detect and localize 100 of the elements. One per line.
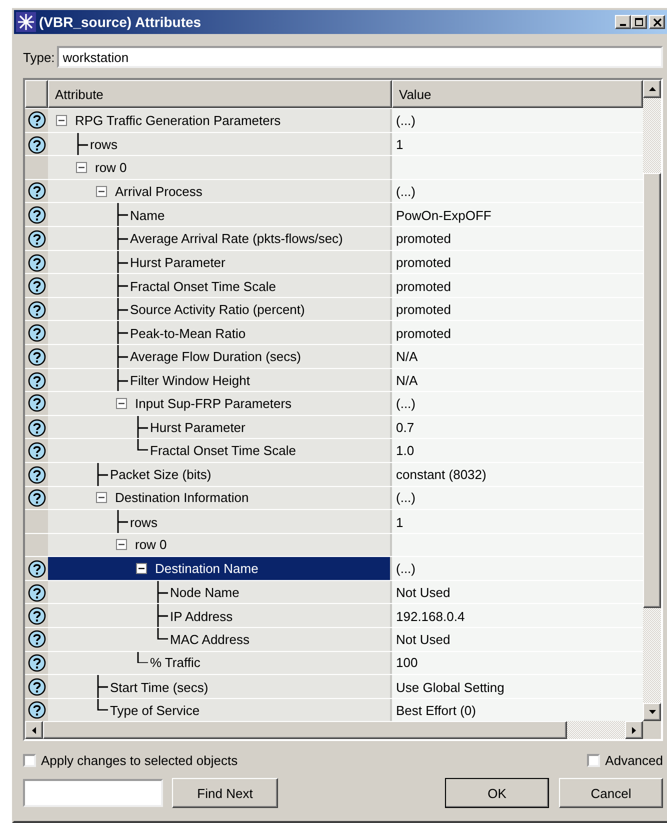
value-cell[interactable]: promoted — [392, 226, 643, 251]
attribute-cell[interactable]: Start Time (secs) — [48, 675, 392, 700]
find-next-button[interactable]: Find Next — [172, 778, 278, 808]
value-cell[interactable]: promoted — [392, 250, 643, 275]
collapse-icon[interactable] — [136, 563, 147, 574]
value-cell[interactable]: (...) — [392, 109, 643, 132]
value-cell[interactable]: 1 — [392, 132, 643, 157]
help-icon[interactable] — [28, 488, 46, 507]
attribute-cell[interactable]: Source Activity Ratio (percent) — [48, 298, 392, 322]
help-icon[interactable] — [28, 630, 46, 648]
attribute-cell[interactable]: row 0 — [48, 534, 392, 556]
collapse-icon[interactable] — [116, 398, 127, 409]
value-cell[interactable]: (...) — [392, 557, 643, 580]
collapse-icon[interactable] — [96, 186, 107, 197]
value-cell[interactable]: PowOn-ExpOFF — [392, 203, 643, 228]
value-cell[interactable]: N/A — [392, 344, 643, 369]
attribute-cell[interactable]: Fractal Onset Time Scale — [48, 274, 392, 298]
attribute-cell[interactable]: Hurst Parameter — [48, 250, 392, 275]
help-icon[interactable] — [28, 466, 46, 484]
value-cell[interactable]: promoted — [392, 298, 643, 322]
value-cell[interactable]: N/A — [392, 368, 643, 393]
help-icon[interactable] — [28, 277, 46, 296]
scroll-up-button[interactable] — [643, 80, 661, 98]
ok-button[interactable]: OK — [445, 778, 549, 808]
attribute-cell[interactable]: MAC Address — [48, 628, 392, 651]
attribute-cell[interactable]: Average Flow Duration (secs) — [48, 344, 392, 369]
attribute-cell[interactable]: Arrival Process — [48, 180, 392, 202]
attribute-cell[interactable]: RPG Traffic Generation Parameters — [48, 109, 392, 132]
help-icon[interactable] — [28, 182, 46, 200]
attribute-cell[interactable]: Hurst Parameter — [48, 416, 392, 440]
apply-checkbox[interactable] — [23, 754, 36, 768]
scroll-right-button[interactable] — [625, 721, 643, 740]
help-icon[interactable] — [28, 136, 46, 154]
attribute-cell[interactable]: rows — [48, 132, 392, 157]
value-cell[interactable]: promoted — [392, 274, 643, 298]
help-icon[interactable] — [28, 654, 46, 672]
advanced-checkbox[interactable] — [587, 754, 600, 768]
collapse-icon[interactable] — [116, 539, 127, 550]
minimize-button[interactable] — [615, 15, 631, 29]
value-cell[interactable]: Not Used — [392, 580, 643, 605]
attribute-cell[interactable]: Input Sup-FRP Parameters — [48, 392, 392, 415]
collapse-icon[interactable] — [56, 114, 67, 126]
help-icon[interactable] — [28, 607, 46, 626]
help-icon[interactable] — [28, 254, 46, 272]
value-cell[interactable]: (...) — [392, 486, 643, 510]
help-icon[interactable] — [28, 324, 46, 342]
column-header[interactable]: Value — [392, 80, 643, 108]
scroll-thumb[interactable] — [43, 721, 567, 740]
value-cell[interactable]: 1.0 — [392, 439, 643, 462]
scroll-left-button[interactable] — [25, 721, 43, 740]
help-icon[interactable] — [28, 206, 46, 224]
attribute-cell[interactable]: Name — [48, 203, 392, 228]
type-field[interactable]: workstation — [56, 46, 663, 68]
help-icon[interactable] — [28, 584, 46, 602]
attribute-cell[interactable]: Average Arrival Rate (pkts-flows/sec) — [48, 226, 392, 251]
help-icon[interactable] — [28, 230, 46, 248]
collapse-icon[interactable] — [96, 492, 107, 504]
value-cell[interactable] — [392, 156, 643, 179]
attribute-cell[interactable]: rows — [48, 510, 392, 534]
value-cell[interactable]: 1 — [392, 510, 643, 534]
attribute-cell[interactable]: row 0 — [48, 156, 392, 179]
find-field[interactable] — [23, 779, 163, 808]
help-icon[interactable] — [28, 418, 46, 437]
maximize-button[interactable] — [631, 15, 647, 29]
help-icon[interactable] — [28, 300, 46, 319]
help-icon[interactable] — [28, 394, 46, 412]
value-cell[interactable]: promoted — [392, 321, 643, 346]
help-icon[interactable] — [28, 560, 46, 578]
value-cell[interactable] — [392, 534, 643, 556]
value-cell[interactable]: 0.7 — [392, 416, 643, 440]
cancel-button[interactable]: Cancel — [559, 778, 663, 808]
scroll-down-button[interactable] — [643, 703, 661, 722]
help-icon[interactable] — [28, 372, 46, 390]
help-icon[interactable] — [28, 678, 46, 696]
attribute-cell[interactable]: Node Name — [48, 580, 392, 605]
attribute-cell[interactable]: Destination Information — [48, 486, 392, 510]
help-icon[interactable] — [28, 348, 46, 366]
attribute-cell[interactable]: IP Address — [48, 604, 392, 628]
help-icon[interactable] — [28, 701, 46, 720]
attribute-cell[interactable]: % Traffic — [48, 652, 392, 674]
attribute-cell[interactable]: Type of Service — [48, 698, 392, 722]
value-cell[interactable]: (...) — [392, 180, 643, 202]
attribute-cell[interactable]: Peak-to-Mean Ratio — [48, 321, 392, 346]
value-cell[interactable]: (...) — [392, 392, 643, 415]
scroll-thumb[interactable] — [643, 173, 661, 608]
value-cell[interactable]: constant (8032) — [392, 462, 643, 487]
attribute-cell[interactable]: Filter Window Height — [48, 368, 392, 393]
value-cell[interactable]: Not Used — [392, 628, 643, 651]
attribute-cell[interactable]: Fractal Onset Time Scale — [48, 439, 392, 462]
value-cell[interactable]: Use Global Setting — [392, 675, 643, 700]
value-cell[interactable]: Best Effort (0) — [392, 698, 643, 722]
help-icon[interactable] — [28, 442, 46, 460]
attribute-cell[interactable]: Packet Size (bits) — [48, 462, 392, 487]
collapse-icon[interactable] — [76, 162, 87, 173]
column-header[interactable]: Attribute — [48, 80, 392, 108]
help-icon[interactable] — [28, 111, 46, 130]
value-cell[interactable]: 100 — [392, 652, 643, 674]
value-cell[interactable]: 192.168.0.4 — [392, 604, 643, 628]
close-button[interactable] — [649, 15, 665, 29]
attribute-cell[interactable]: Destination Name — [48, 557, 392, 580]
